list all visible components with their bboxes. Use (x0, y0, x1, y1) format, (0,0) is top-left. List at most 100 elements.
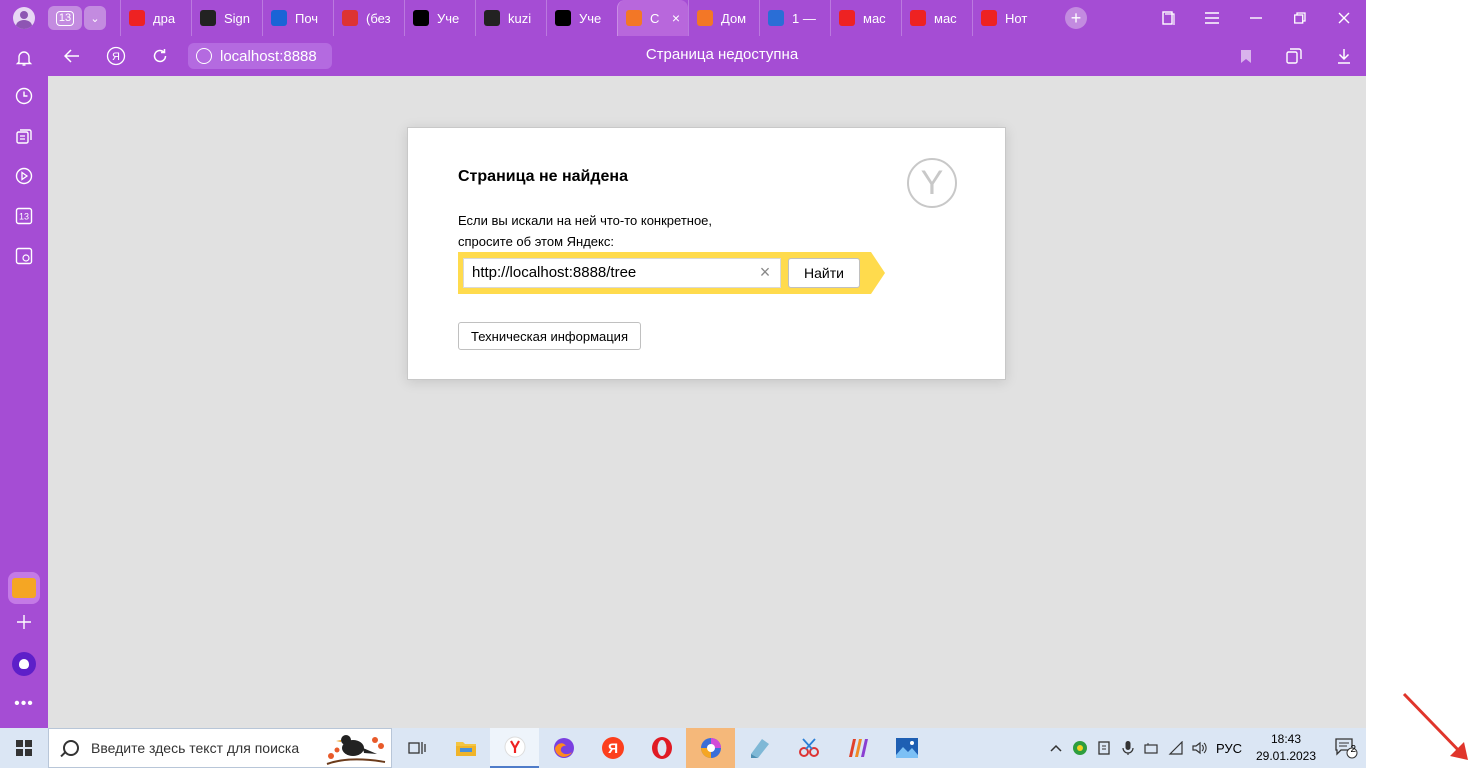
taskbar: Введите здесь текст для поиска Я РУС 18:… (0, 728, 1366, 768)
yandex-icon[interactable]: Я (588, 728, 637, 768)
app-highlighted-icon[interactable] (686, 728, 735, 768)
tab-count-button[interactable]: 13 (48, 6, 82, 30)
tab[interactable]: Sign (191, 0, 262, 36)
more-icon[interactable]: ••• (14, 694, 34, 714)
reload-button[interactable] (148, 44, 172, 68)
windows-icon (16, 740, 32, 756)
tab[interactable]: мас (830, 0, 901, 36)
tab[interactable]: Поч (262, 0, 333, 36)
close-button[interactable] (1322, 0, 1366, 36)
file-explorer-icon[interactable] (441, 728, 490, 768)
minimize-button[interactable] (1234, 0, 1278, 36)
notes-app-icon[interactable] (735, 728, 784, 768)
task-view-icon[interactable] (392, 728, 441, 768)
battery-icon[interactable] (1140, 728, 1164, 768)
tabs-strip: дра Sign Поч (без Уче kuzi Уче С × Дом 1 — мас мас Но… (120, 0, 1043, 36)
github-icon (200, 10, 216, 26)
tab[interactable]: Уче (546, 0, 617, 36)
tab-label: С (650, 10, 660, 26)
play-icon[interactable] (14, 166, 34, 186)
taskbar-search[interactable]: Введите здесь текст для поиска (48, 728, 392, 768)
screen: 13 ⌄ дра Sign Поч (без Уче kuzi Уче С × Дом 1 — мас… (0, 0, 1470, 768)
taskbar-apps: Я (392, 728, 931, 768)
tab-label: дра (153, 10, 176, 26)
yandex-button[interactable]: Я (104, 44, 128, 68)
tab[interactable]: kuzi (475, 0, 546, 36)
tab-counter-icon[interactable]: 13 (14, 206, 34, 226)
alice-icon[interactable] (12, 652, 36, 676)
photos-icon[interactable] (882, 728, 931, 768)
device-icon[interactable] (1092, 728, 1116, 768)
firefox-icon[interactable] (539, 728, 588, 768)
yandex-browser-logo-icon: Y (907, 158, 957, 208)
tab-label: Уче (437, 10, 460, 26)
menu-icon[interactable] (1190, 0, 1234, 36)
add-panel-icon[interactable] (14, 612, 34, 632)
yandex-icon (839, 10, 855, 26)
restore-button[interactable] (1278, 0, 1322, 36)
screenshot-icon[interactable] (14, 246, 34, 266)
tabs-overview-icon[interactable] (1146, 0, 1190, 36)
mail-icon (12, 578, 36, 598)
collections-add-icon[interactable] (1268, 36, 1322, 76)
tray-app-icon[interactable] (1068, 728, 1092, 768)
jetbrains-icon (555, 10, 571, 26)
bell-icon[interactable] (14, 48, 34, 68)
chevron-down-icon[interactable]: ⌄ (84, 6, 106, 30)
tab[interactable]: Нот (972, 0, 1043, 36)
tab-label: мас (863, 10, 886, 26)
volume-icon[interactable] (1188, 728, 1212, 768)
mail-app-button[interactable] (8, 572, 40, 604)
tab[interactable]: Уче (404, 0, 475, 36)
microphone-icon[interactable] (1116, 728, 1140, 768)
address-actions (1224, 36, 1366, 76)
colab-icon (768, 10, 784, 26)
notification-center-icon[interactable]: 2 (1326, 728, 1366, 768)
search-icon (63, 740, 79, 756)
history-icon[interactable] (14, 86, 34, 106)
description-line-1: Если вы искали на ней что-то конкретное, (458, 213, 713, 228)
clear-icon[interactable]: × (756, 263, 774, 282)
search-button[interactable]: Найти (788, 258, 860, 288)
opera-icon[interactable] (637, 728, 686, 768)
system-tray: РУС 18:43 29.01.2023 2 (1044, 728, 1366, 768)
start-button[interactable] (0, 728, 48, 768)
github-icon (484, 10, 500, 26)
yandex-browser-taskbar-icon[interactable] (490, 728, 539, 768)
site-info-icon[interactable] (196, 48, 212, 64)
chevron-up-icon[interactable] (1044, 728, 1068, 768)
tech-info-button[interactable]: Техническая информация (458, 322, 641, 350)
tab-label: мас (934, 10, 957, 26)
snipping-tool-icon[interactable] (784, 728, 833, 768)
search-input[interactable]: http://localhost:8888/tree (463, 258, 781, 288)
new-tab-button[interactable]: + (1065, 7, 1087, 29)
language-indicator[interactable]: РУС (1212, 728, 1246, 768)
wifi-icon[interactable] (1164, 728, 1188, 768)
description-line-2: спросите об этом Яндекс: (458, 234, 614, 249)
bookmark-icon[interactable] (1224, 36, 1268, 76)
search-highlight-icon (319, 728, 391, 768)
jetbrains-toolbox-icon[interactable] (833, 728, 882, 768)
collections-icon[interactable] (14, 126, 34, 146)
yandex-icon (129, 10, 145, 26)
tab[interactable]: дра (120, 0, 191, 36)
browser-window: 13 ⌄ дра Sign Поч (без Уче kuzi Уче С × Дом 1 — мас… (0, 0, 1366, 728)
tab[interactable]: С × (617, 0, 688, 36)
url-field[interactable]: localhost:8888 (188, 43, 332, 69)
back-button[interactable] (60, 44, 84, 68)
tab[interactable]: Дом (688, 0, 759, 36)
search-form: http://localhost:8888/tree × Найти (458, 252, 885, 294)
clock[interactable]: 18:43 29.01.2023 (1246, 731, 1326, 765)
yandex-icon (981, 10, 997, 26)
svg-text:Я: Я (112, 51, 120, 63)
svg-text:Я: Я (607, 740, 617, 756)
notification-count: 2 (1350, 744, 1356, 755)
tab[interactable]: (без (333, 0, 404, 36)
tab[interactable]: мас (901, 0, 972, 36)
jupyter-icon (626, 10, 642, 26)
tab[interactable]: 1 — (759, 0, 830, 36)
svg-text:13: 13 (19, 212, 29, 222)
profile-button[interactable] (0, 0, 48, 36)
tab-close-icon[interactable]: × (672, 10, 680, 26)
download-icon[interactable] (1322, 36, 1366, 76)
